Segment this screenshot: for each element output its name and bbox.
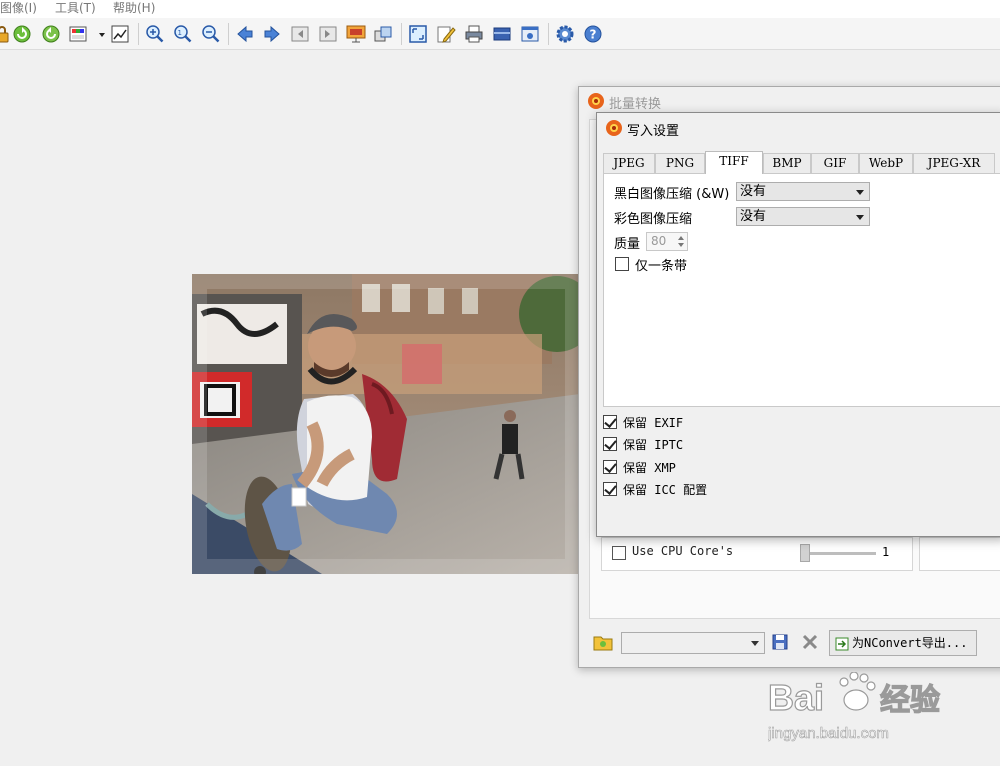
scanner-icon[interactable]	[492, 24, 512, 44]
cpu-options-group: Use CPU Core's 1	[601, 537, 913, 571]
zoom-in-icon[interactable]	[145, 24, 165, 44]
cpu-slider-track[interactable]	[800, 552, 876, 555]
refresh-icon[interactable]	[12, 24, 32, 44]
use-cpu-cores-label: Use CPU Core's	[632, 544, 734, 558]
palette-icon[interactable]	[68, 24, 88, 44]
svg-text:1: 1	[178, 29, 182, 37]
slideshow-icon[interactable]	[346, 24, 366, 44]
bw-compression-value: 没有	[740, 184, 767, 199]
write-settings-dialog: 写入设置 JPEG PNG TIFF BMP GIF WebP JPEG-XR …	[596, 112, 1000, 537]
cpu-slider-value: 1	[882, 545, 890, 559]
keep-xmp-label: 保留 XMP	[623, 461, 676, 475]
baidu-jingyan-watermark: Bai 经验 jingyan.baidu.com	[767, 671, 948, 748]
first-page-icon[interactable]	[290, 24, 310, 44]
quality-value: 80	[651, 234, 667, 248]
keep-icc-label: 保留 ICC 配置	[623, 483, 708, 497]
menu-help[interactable]: 帮助(H)	[113, 0, 155, 16]
image-viewer-photo	[192, 274, 580, 574]
chevron-down-icon[interactable]	[92, 24, 105, 44]
chevron-down-icon	[856, 190, 864, 195]
quality-label: 质量	[614, 237, 641, 252]
color-compression-select[interactable]: 没有	[736, 207, 870, 226]
tab-bmp[interactable]: BMP	[763, 153, 811, 173]
menu-bar: 图像(I) 工具(T) 帮助(H)	[0, 0, 1000, 18]
single-strip-label: 仅一条带	[635, 259, 688, 274]
menu-tools[interactable]: 工具(T)	[55, 0, 96, 16]
arrow-left-icon[interactable]	[235, 24, 255, 44]
keep-xmp-checkbox[interactable]	[603, 460, 617, 474]
svg-text:Bai: Bai	[768, 677, 824, 718]
app-logo-icon	[605, 119, 623, 137]
use-cpu-cores-checkbox[interactable]	[612, 546, 626, 560]
preset-combobox[interactable]	[621, 632, 765, 654]
write-settings-title: 写入设置	[627, 124, 680, 139]
app-logo-icon	[587, 92, 605, 110]
spin-up-icon[interactable]	[678, 236, 684, 240]
tab-gif[interactable]: GIF	[811, 153, 859, 173]
zoom-fit-icon[interactable]: 1	[173, 24, 193, 44]
edit-icon[interactable]	[436, 24, 456, 44]
tab-jpeg[interactable]: JPEG	[603, 153, 655, 173]
zoom-out-icon[interactable]	[201, 24, 221, 44]
options-group-right	[919, 537, 1000, 571]
keep-exif-label: 保留 EXIF	[623, 416, 684, 430]
capture-icon[interactable]	[373, 24, 393, 44]
tiff-settings-panel: 黑白图像压缩 (&W) 没有 彩色图像压缩 没有 质量 80 仅一条带	[603, 173, 1000, 407]
single-strip-checkbox[interactable]	[615, 257, 629, 271]
chevron-down-icon	[751, 641, 759, 646]
delete-icon[interactable]	[801, 633, 819, 651]
settings-icon[interactable]	[555, 24, 575, 44]
svg-text:?: ?	[590, 28, 597, 42]
svg-text:jingyan.baidu.com: jingyan.baidu.com	[768, 725, 889, 742]
keep-iptc-label: 保留 IPTC	[623, 438, 684, 452]
tab-webp[interactable]: WebP	[859, 153, 913, 173]
menu-image[interactable]: 图像(I)	[0, 0, 37, 16]
toolbar: 1 ?	[0, 18, 1000, 50]
save-icon[interactable]	[771, 633, 789, 651]
tab-jpeg-xr[interactable]: JPEG-XR	[913, 153, 995, 173]
keep-icc-checkbox[interactable]	[603, 482, 617, 496]
export-icon	[835, 635, 849, 651]
export-nconvert-label: 为NConvert导出...	[852, 636, 968, 650]
tab-tiff[interactable]: TIFF	[705, 151, 763, 174]
export-nconvert-button[interactable]: 为NConvert导出...	[829, 630, 977, 656]
chart-icon[interactable]	[110, 24, 130, 44]
arrow-right-icon[interactable]	[262, 24, 282, 44]
bw-compression-label: 黑白图像压缩 (&W)	[614, 187, 730, 202]
lock-icon[interactable]	[0, 24, 12, 44]
tab-png[interactable]: PNG	[655, 153, 705, 173]
chevron-down-icon	[856, 215, 864, 220]
svg-text:经验: 经验	[880, 683, 940, 717]
bw-compression-select[interactable]: 没有	[736, 182, 870, 201]
batch-bottom-bar: 为NConvert导出...	[589, 627, 1000, 663]
screenshot-icon[interactable]	[520, 24, 540, 44]
spin-down-icon[interactable]	[678, 243, 684, 247]
rotate-icon[interactable]	[41, 24, 61, 44]
format-tabs: JPEG PNG TIFF BMP GIF WebP JPEG-XR	[603, 151, 1000, 174]
batch-window-title: 批量转换	[609, 97, 662, 112]
folder-icon[interactable]	[593, 633, 613, 651]
keep-exif-checkbox[interactable]	[603, 415, 617, 429]
quality-spinbox[interactable]: 80	[646, 232, 688, 251]
color-compression-label: 彩色图像压缩	[614, 212, 693, 227]
help-icon[interactable]: ?	[583, 24, 603, 44]
last-page-icon[interactable]	[318, 24, 338, 44]
cpu-slider-thumb[interactable]	[800, 544, 810, 562]
color-compression-value: 没有	[740, 209, 767, 224]
fullscreen-icon[interactable]	[408, 24, 428, 44]
keep-iptc-checkbox[interactable]	[603, 437, 617, 451]
print-icon[interactable]	[464, 24, 484, 44]
